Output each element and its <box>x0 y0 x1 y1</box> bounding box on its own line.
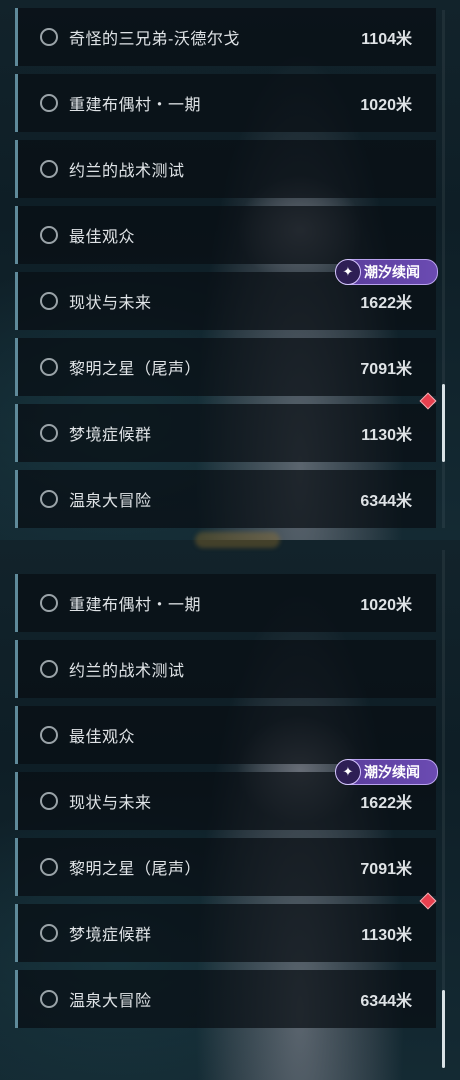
radio-circle-icon[interactable] <box>40 292 58 310</box>
quest-item[interactable]: 重建布偶村・一期 1020米 <box>15 574 436 632</box>
quest-item[interactable]: 梦境症候群 1130米 <box>15 892 437 962</box>
quest-distance: 1020米 <box>360 97 412 114</box>
quest-name: 奇怪的三兄弟-沃德尔戈 <box>69 31 240 48</box>
quest-list: 重建布偶村・一期 1020米约兰的战术测试 最佳观众现状与未来 1622米 ✦ 潮汐续闻黎… <box>0 540 460 1080</box>
quest-item[interactable]: 奇怪的三兄弟-沃德尔戈 1104米 <box>15 8 436 66</box>
quest-name: 重建布偶村・一期 <box>69 97 202 114</box>
item-accent-bar <box>15 904 18 962</box>
quest-name: 最佳观众 <box>69 229 136 246</box>
quest-distance: 1622米 <box>360 295 412 312</box>
item-accent-bar <box>15 970 18 1028</box>
quest-distance: 1130米 <box>361 427 412 444</box>
tide-story-badge: ✦ 潮汐续闻 <box>335 759 438 785</box>
quest-item[interactable]: 黎明之星（尾声） 7091米 <box>15 338 436 396</box>
radio-circle-icon[interactable] <box>40 660 58 678</box>
radio-circle-icon[interactable] <box>40 924 58 942</box>
quest-name: 约兰的战术测试 <box>69 663 185 680</box>
item-accent-bar <box>15 74 18 132</box>
item-accent-bar <box>15 272 18 330</box>
quest-distance: 1104米 <box>361 31 412 48</box>
quest-distance: 1020米 <box>360 597 412 614</box>
radio-circle-icon[interactable] <box>40 726 58 744</box>
quest-name: 黎明之星（尾声） <box>69 361 202 378</box>
item-accent-bar <box>15 838 18 896</box>
quest-list: 奇怪的三兄弟-沃德尔戈 1104米重建布偶村・一期 1020米约兰的战术测试 最佳观众… <box>0 0 460 540</box>
item-accent-bar <box>15 206 18 264</box>
radio-circle-icon[interactable] <box>40 28 58 46</box>
scroll-thumb[interactable] <box>442 990 445 1068</box>
scroll-thumb[interactable] <box>442 384 445 462</box>
item-accent-bar <box>15 574 18 632</box>
quest-item[interactable]: 最佳观众 <box>15 706 436 764</box>
radio-circle-icon[interactable] <box>40 990 58 1008</box>
quest-item[interactable]: 温泉大冒险 6344米 <box>15 970 436 1028</box>
quest-item[interactable]: 约兰的战术测试 <box>15 140 436 198</box>
quest-list-panel-bottom: 重建布偶村・一期 1020米约兰的战术测试 最佳观众现状与未来 1622米 ✦ 潮汐续闻黎… <box>0 540 460 1080</box>
quest-item[interactable]: 黎明之星（尾声） 7091米 <box>15 838 436 896</box>
quest-name: 温泉大冒险 <box>69 993 152 1010</box>
badge-label: 潮汐续闻 <box>364 764 420 780</box>
quest-name: 梦境症候群 <box>69 427 152 444</box>
quest-name: 约兰的战术测试 <box>69 163 185 180</box>
quest-item[interactable]: 约兰的战术测试 <box>15 640 436 698</box>
quest-item[interactable]: 梦境症候群 1130米 <box>15 392 437 462</box>
quest-name: 现状与未来 <box>69 295 152 312</box>
quest-name: 黎明之星（尾声） <box>69 861 202 878</box>
quest-name: 梦境症候群 <box>69 927 152 944</box>
quest-name: 现状与未来 <box>69 795 152 812</box>
item-accent-bar <box>15 640 18 698</box>
radio-circle-icon[interactable] <box>40 226 58 244</box>
tide-story-badge: ✦ 潮汐续闻 <box>335 259 438 285</box>
item-accent-bar <box>15 140 18 198</box>
item-accent-bar <box>15 404 18 462</box>
radio-circle-icon[interactable] <box>40 160 58 178</box>
item-accent-bar <box>15 8 18 66</box>
quest-list-panel-top: 奇怪的三兄弟-沃德尔戈 1104米重建布偶村・一期 1020米约兰的战术测试 最佳观众… <box>0 0 460 540</box>
quest-name: 重建布偶村・一期 <box>69 597 202 614</box>
quest-distance: 7091米 <box>360 361 412 378</box>
sparkle-icon: ✦ <box>335 259 361 285</box>
item-accent-bar <box>15 706 18 764</box>
radio-circle-icon[interactable] <box>40 594 58 612</box>
radio-circle-icon[interactable] <box>40 94 58 112</box>
radio-circle-icon[interactable] <box>40 358 58 376</box>
badge-label: 潮汐续闻 <box>364 264 420 280</box>
sparkle-icon: ✦ <box>335 759 361 785</box>
radio-circle-icon[interactable] <box>40 792 58 810</box>
quest-item[interactable]: 温泉大冒险 6344米 <box>15 470 436 528</box>
radio-circle-icon[interactable] <box>40 490 58 508</box>
item-accent-bar <box>15 338 18 396</box>
quest-name: 最佳观众 <box>69 729 136 746</box>
scrollbar[interactable] <box>442 550 445 1068</box>
item-accent-bar <box>15 772 18 830</box>
item-accent-bar <box>15 470 18 528</box>
scrollbar[interactable] <box>442 10 445 528</box>
quest-distance: 1622米 <box>360 795 412 812</box>
quest-distance: 6344米 <box>360 493 412 510</box>
quest-name: 温泉大冒险 <box>69 493 152 510</box>
quest-distance: 7091米 <box>360 861 412 878</box>
radio-circle-icon[interactable] <box>40 424 58 442</box>
radio-circle-icon[interactable] <box>40 858 58 876</box>
quest-distance: 1130米 <box>361 927 412 944</box>
quest-item[interactable]: 重建布偶村・一期 1020米 <box>15 74 436 132</box>
quest-distance: 6344米 <box>360 993 412 1010</box>
quest-item[interactable]: 最佳观众 <box>15 206 436 264</box>
